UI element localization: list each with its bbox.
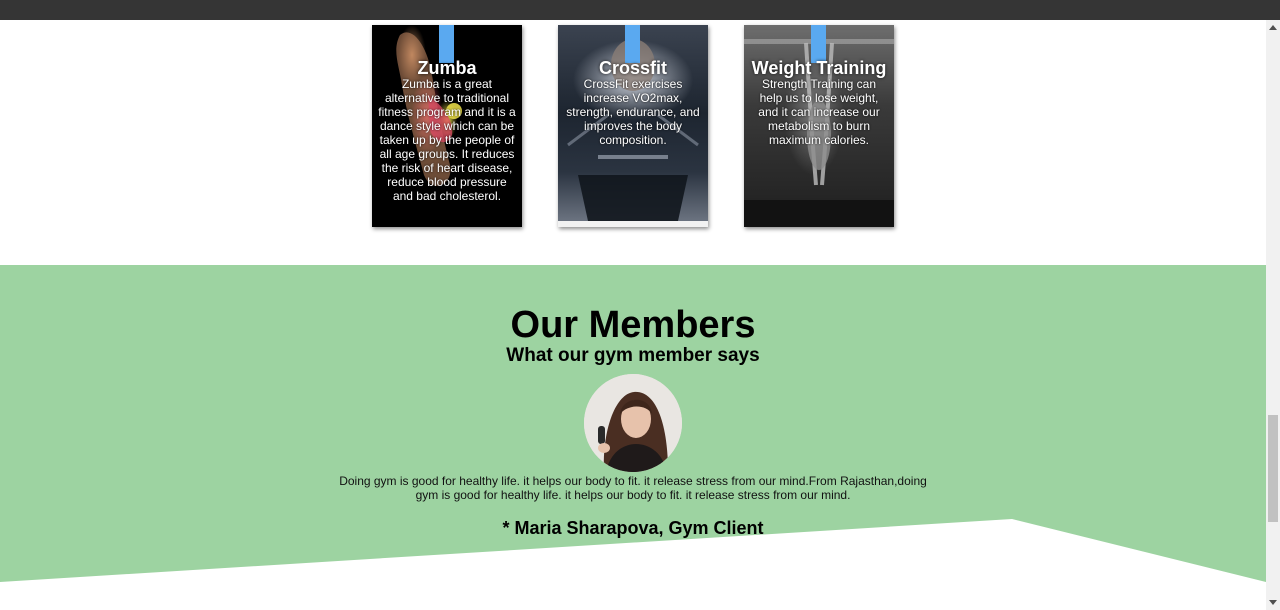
card-zumba[interactable]: Zumba Zumba is a great alternative to tr… [372, 25, 522, 227]
scroll-down-arrow-icon[interactable] [1269, 600, 1277, 605]
card-crossfit[interactable]: Crossfit CrossFit exercises increase VO2… [558, 25, 708, 227]
card-title: Crossfit [598, 58, 667, 78]
card-title: Weight Training [751, 58, 887, 78]
card-description: CrossFit exercises increase VO2max, stre… [566, 77, 700, 147]
card-weight-training[interactable]: Weight Training Strength Training can he… [744, 25, 894, 227]
members-section: Our Members What our gym member says Doi… [0, 265, 1266, 610]
card-title: Zumba [417, 58, 477, 78]
scrollbar-thumb[interactable] [1268, 415, 1278, 522]
browser-top-bar [0, 0, 1280, 20]
card-description: Strength Training can help us to lose we… [758, 77, 880, 147]
page-content: Zumba Zumba is a great alternative to tr… [0, 20, 1266, 610]
card-description: Zumba is a great alternative to traditio… [378, 77, 516, 203]
section-bottom-wedge [0, 519, 1266, 610]
card-image-caption-strip [558, 221, 708, 227]
scroll-up-arrow-icon[interactable] [1269, 25, 1277, 30]
vertical-scrollbar[interactable] [1266, 20, 1280, 610]
